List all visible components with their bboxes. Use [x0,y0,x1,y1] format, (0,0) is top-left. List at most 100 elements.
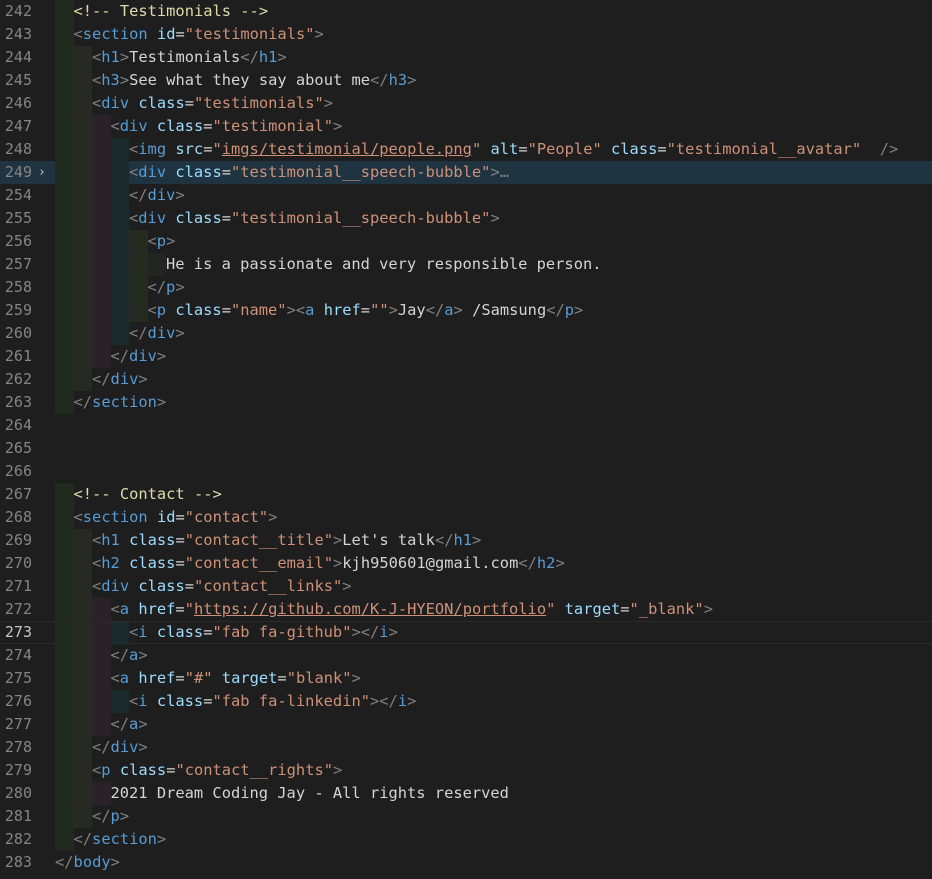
code-line-242[interactable]: 242 <!-- Testimonials --> [0,0,932,23]
indent-guide [129,253,148,276]
line-number: 266 [4,462,32,480]
indent-guide [55,345,74,368]
code-line-281[interactable]: 281 </p> [0,805,932,828]
code-line-266[interactable]: 266 [0,460,932,483]
indent-guide [55,713,74,736]
indent-guide [55,736,74,759]
line-number: 244 [4,48,32,66]
line-number: 282 [4,830,32,848]
indent-guide [73,345,92,368]
code-line-265[interactable]: 265 [0,437,932,460]
code-text[interactable]: <h3>See what they say about me</h3> [92,69,416,92]
code-text[interactable]: <!-- Testimonials --> [74,0,269,23]
code-text[interactable]: <i class="fab fa-linkedin"></i> [129,690,416,713]
code-text[interactable]: <h1>Testimonials</h1> [92,46,287,69]
indent-guide [73,276,92,299]
code-text[interactable]: <p class="contact__rights"> [92,759,342,782]
code-line-248[interactable]: 248 <img src="imgs/testimonial/people.png… [0,138,932,161]
code-text[interactable]: <h2 class="contact__email">kjh950601@gma… [92,552,565,575]
code-line-272[interactable]: 272 <a href="https://github.com/K-J-HYEON… [0,598,932,621]
indent-guide [110,690,129,713]
code-text[interactable]: <a href="#" target="blank"> [111,667,361,690]
code-line-263[interactable]: 263 </section> [0,391,932,414]
code-line-247[interactable]: 247 <div class="testimonial"> [0,115,932,138]
code-editor[interactable]: 242 <!-- Testimonials --> 243 <section id="… [0,0,932,879]
indent-guide [55,690,74,713]
code-text[interactable]: </div> [111,345,167,368]
code-line-280[interactable]: 280 2021 Dream Coding Jay - All rights re… [0,782,932,805]
code-line-271[interactable]: 271 <div class="contact__links"> [0,575,932,598]
code-text[interactable]: </p> [148,276,185,299]
code-line-283[interactable]: 283 </body> [0,851,932,874]
code-text[interactable]: </div> [129,322,185,345]
code-line-282[interactable]: 282 </section> [0,828,932,851]
code-text[interactable]: </body> [55,851,120,874]
code-text[interactable]: <div class="contact__links"> [92,575,352,598]
indent-guide [110,207,129,230]
code-line-270[interactable]: 270 <h2 class="contact__email">kjh950601@… [0,552,932,575]
code-text[interactable]: <div class="testimonial__speech-bubble"> [129,207,500,230]
line-number: 281 [4,807,32,825]
line-number: 274 [4,646,32,664]
code-line-249[interactable]: 249 › <div class="testimonial__speech-bubb… [0,161,932,184]
code-text[interactable]: </div> [92,736,148,759]
code-text[interactable]: <p class="name"><a href="">Jay</a> /Sams… [148,299,584,322]
indent-guide [55,598,74,621]
code-line-246[interactable]: 246 <div class="testimonials"> [0,92,932,115]
fold-expand-icon[interactable]: › [38,161,46,184]
code-line-274[interactable]: 274 </a> [0,644,932,667]
code-text[interactable]: </section> [74,391,167,414]
code-line-244[interactable]: 244 <h1>Testimonials</h1> [0,46,932,69]
code-text[interactable]: </div> [129,184,185,207]
line-number: 269 [4,531,32,549]
code-text[interactable]: </div> [92,368,148,391]
code-line-264[interactable]: 264 [0,414,932,437]
code-line-268[interactable]: 268 <section id="contact"> [0,506,932,529]
code-line-273[interactable]: 273 <i class="fab fa-github"></i> [0,621,932,645]
code-text[interactable]: <section id="contact"> [74,506,278,529]
line-number: 278 [4,738,32,756]
code-text[interactable]: He is a passionate and very responsible … [166,253,602,276]
indent-guide [73,115,92,138]
code-text[interactable]: <p> [148,230,176,253]
code-text[interactable]: <a href="https://github.com/K-J-HYEON/po… [111,598,713,621]
code-line-260[interactable]: 260 </div> [0,322,932,345]
code-line-262[interactable]: 262 </div> [0,368,932,391]
code-line-257[interactable]: 257 He is a passionate and very responsib… [0,253,932,276]
code-text[interactable]: </a> [111,713,148,736]
code-line-279[interactable]: 279 <p class="contact__rights"> [0,759,932,782]
code-line-258[interactable]: 258 </p> [0,276,932,299]
code-line-278[interactable]: 278 </div> [0,736,932,759]
code-text[interactable]: <i class="fab fa-github"></i> [129,622,398,643]
code-text[interactable]: <!-- Contact --> [74,483,222,506]
code-line-254[interactable]: 254 </div> [0,184,932,207]
code-text[interactable]: 2021 Dream Coding Jay - All rights reser… [111,782,509,805]
code-text[interactable]: <div class="testimonials"> [92,92,333,115]
code-line-276[interactable]: 276 <i class="fab fa-linkedin"></i> [0,690,932,713]
code-line-261[interactable]: 261 </div> [0,345,932,368]
code-line-256[interactable]: 256 <p> [0,230,932,253]
code-text[interactable]: <section id="testimonials"> [74,23,324,46]
code-line-255[interactable]: 255 <div class="testimonial__speech-bubbl… [0,207,932,230]
code-text[interactable]: </a> [111,644,148,667]
indent-guide [147,253,166,276]
line-number: 245 [4,71,32,89]
code-text[interactable]: <h1 class="contact__title">Let's talk</h… [92,529,481,552]
code-line-243[interactable]: 243 <section id="testimonials"> [0,23,932,46]
code-line-275[interactable]: 275 <a href="#" target="blank"> [0,667,932,690]
code-line-245[interactable]: 245 <h3>See what they say about me</h3> [0,69,932,92]
code-text[interactable]: <img src="imgs/testimonial/people.png" a… [129,138,898,161]
code-line-269[interactable]: 269 <h1 class="contact__title">Let's talk… [0,529,932,552]
code-line-267[interactable]: 267 <!-- Contact --> [0,483,932,506]
indent-guide [55,368,74,391]
indent-guide [92,644,111,667]
indent-guide [110,184,129,207]
code-line-259[interactable]: 259 <p class="name"><a href="">Jay</a> /S… [0,299,932,322]
code-text[interactable]: <div class="testimonial__speech-bubble">… [129,161,509,184]
code-text[interactable]: </p> [92,805,129,828]
code-text[interactable]: </section> [74,828,167,851]
code-text[interactable]: <div class="testimonial"> [111,115,343,138]
indent-guide [92,184,111,207]
code-line-277[interactable]: 277 </a> [0,713,932,736]
line-number: 256 [4,232,32,250]
